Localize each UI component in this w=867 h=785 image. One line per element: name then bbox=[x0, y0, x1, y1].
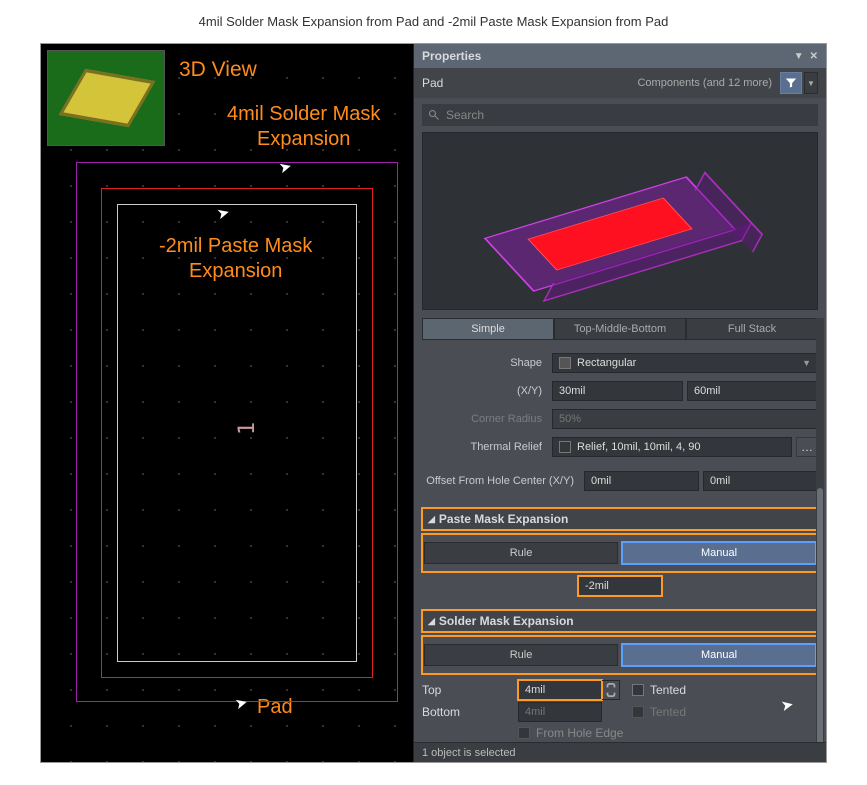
tented-top-label: Tented bbox=[650, 683, 686, 697]
solder-top-field[interactable]: 4mil bbox=[518, 680, 602, 700]
offset-y-field[interactable]: 0mil bbox=[703, 471, 818, 491]
relief-checkbox[interactable] bbox=[559, 441, 571, 453]
xy-label: (X/Y) bbox=[422, 385, 552, 397]
y-size-field[interactable]: 60mil bbox=[687, 381, 818, 401]
corner-radius-field: 50% bbox=[552, 409, 818, 429]
pad-designator: 1 bbox=[235, 422, 260, 435]
filter-button[interactable] bbox=[780, 72, 802, 94]
solder-bottom-field: 4mil bbox=[518, 702, 602, 722]
solder-bottom-label: Bottom bbox=[422, 705, 518, 719]
status-bar: 1 object is selected bbox=[414, 742, 826, 762]
tented-bottom-checkbox bbox=[632, 706, 644, 718]
close-icon[interactable]: ✕ bbox=[810, 51, 818, 62]
paste-rule-button[interactable]: Rule bbox=[424, 542, 618, 564]
search-icon bbox=[428, 109, 440, 121]
app-frame: 3D View 4mil Solder MaskExpansion -2mil … bbox=[40, 43, 827, 763]
section-solder-mask[interactable]: ◢Solder Mask Expansion bbox=[422, 610, 818, 632]
filter-context-text: Components (and 12 more) bbox=[637, 77, 772, 89]
link-icon[interactable] bbox=[602, 680, 620, 700]
corner-radius-label: Corner Radius bbox=[422, 413, 552, 425]
from-hole-edge-checkbox[interactable] bbox=[518, 727, 530, 739]
relief-edit-button[interactable]: … bbox=[796, 437, 818, 457]
3d-pad-thumb bbox=[59, 69, 156, 127]
panel-title-bar: Properties ▼ ✕ bbox=[414, 44, 826, 68]
tented-bottom-label: Tented bbox=[650, 705, 686, 719]
thermal-relief-label: Thermal Relief bbox=[422, 441, 552, 453]
solder-rule-button[interactable]: Rule bbox=[424, 644, 618, 666]
search-input[interactable]: Search bbox=[422, 104, 818, 126]
tab-top-middle-bottom[interactable]: Top-Middle-Bottom bbox=[554, 318, 686, 340]
paste-manual-button[interactable]: Manual bbox=[622, 542, 816, 564]
pcb-viewport[interactable]: 3D View 4mil Solder MaskExpansion -2mil … bbox=[41, 44, 413, 762]
shape-dropdown[interactable]: Rectangular▼ bbox=[552, 353, 818, 373]
solder-top-label: Top bbox=[422, 683, 518, 697]
collapse-icon: ◢ bbox=[428, 616, 435, 627]
anno-solder-mask: 4mil Solder MaskExpansion bbox=[227, 102, 380, 152]
3d-view-label: 3D View bbox=[179, 58, 257, 82]
x-size-field[interactable]: 30mil bbox=[552, 381, 683, 401]
from-hole-edge-label: From Hole Edge bbox=[536, 726, 623, 740]
page-caption: 4mil Solder Mask Expansion from Pad and … bbox=[0, 0, 867, 43]
solder-manual-button[interactable]: Manual bbox=[622, 644, 816, 666]
3d-thumbnail bbox=[47, 50, 165, 146]
chevron-down-icon: ▼ bbox=[802, 358, 811, 368]
panel-title-text: Properties bbox=[422, 49, 481, 63]
pin-icon[interactable]: ▼ bbox=[794, 51, 804, 62]
tab-simple[interactable]: Simple bbox=[422, 318, 554, 340]
offset-label: Offset From Hole Center (X/Y) bbox=[422, 475, 584, 487]
stack-mode-tabs: Simple Top-Middle-Bottom Full Stack bbox=[422, 318, 818, 340]
object-type-label: Pad bbox=[422, 76, 443, 90]
offset-x-field[interactable]: 0mil bbox=[584, 471, 699, 491]
panel-scroll: Simple Top-Middle-Bottom Full Stack Shap… bbox=[414, 318, 826, 742]
properties-panel: Properties ▼ ✕ Pad Components (and 12 mo… bbox=[413, 44, 826, 762]
preview-mask-slab bbox=[484, 176, 737, 292]
filter-dropdown[interactable]: ▼ bbox=[804, 72, 818, 94]
paste-value-field[interactable]: -2mil bbox=[578, 576, 662, 596]
shape-swatch-icon bbox=[559, 357, 571, 369]
shape-label: Shape bbox=[422, 357, 552, 369]
tented-top-checkbox[interactable] bbox=[632, 684, 644, 696]
scrollbar[interactable] bbox=[816, 318, 824, 742]
thermal-relief-field[interactable]: Relief, 10mil, 10mil, 4, 90 bbox=[552, 437, 792, 457]
panel-context-row: Pad Components (and 12 more) ▼ bbox=[414, 68, 826, 98]
section-paste-mask[interactable]: ◢Paste Mask Expansion bbox=[422, 508, 818, 530]
search-placeholder: Search bbox=[446, 108, 484, 122]
3d-preview[interactable] bbox=[422, 132, 818, 310]
collapse-icon: ◢ bbox=[428, 514, 435, 525]
tab-full-stack[interactable]: Full Stack bbox=[686, 318, 818, 340]
